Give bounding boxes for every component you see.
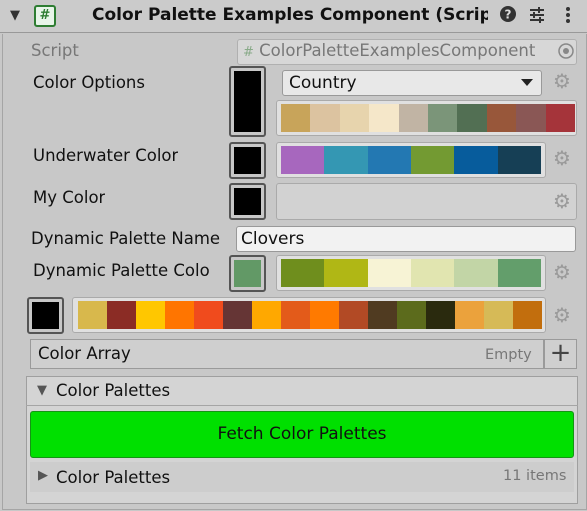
palette-swatch-0[interactable] xyxy=(281,104,311,132)
triangle-right-icon[interactable]: ▶ xyxy=(38,468,48,483)
color-array-status: Empty xyxy=(485,347,532,363)
underwater-palette[interactable] xyxy=(281,146,541,174)
palette-swatch-3[interactable] xyxy=(369,104,399,132)
color-options-label: Color Options xyxy=(33,73,145,92)
palette-swatch-1[interactable] xyxy=(324,259,368,287)
my-color-label: My Color xyxy=(33,188,106,207)
palette-swatch-14[interactable] xyxy=(484,301,513,329)
gear-icon[interactable]: ⚙ xyxy=(552,71,572,91)
script-label: Script xyxy=(31,41,79,60)
plus-icon: + xyxy=(549,338,572,368)
color-palettes-count: 11 items xyxy=(503,468,567,484)
component-title: Color Palette Examples Component (Script… xyxy=(92,5,488,25)
gear-icon[interactable]: ⚙ xyxy=(552,148,572,168)
script-object-field[interactable]: # ColorPaletteExamplesComponent xyxy=(237,39,577,65)
unnamed-palette[interactable] xyxy=(78,301,542,329)
palette-swatch-2[interactable] xyxy=(136,301,165,329)
palette-swatch-11[interactable] xyxy=(397,301,426,329)
dynamic-palette-name-label: Dynamic Palette Name xyxy=(31,229,221,248)
palette-swatch-0[interactable] xyxy=(281,259,325,287)
palette-swatch-4[interactable] xyxy=(454,146,498,174)
palette-swatch-1[interactable] xyxy=(324,146,368,174)
palette-swatch-5[interactable] xyxy=(223,301,252,329)
fetch-color-palettes-button[interactable]: Fetch Color Palettes xyxy=(30,411,574,458)
palette-swatch-8[interactable] xyxy=(516,104,546,132)
palette-swatch-1[interactable] xyxy=(107,301,136,329)
gear-icon[interactable]: ⚙ xyxy=(552,262,572,282)
palette-swatch-3[interactable] xyxy=(410,146,455,174)
palette-swatch-10[interactable] xyxy=(368,301,397,329)
kebab-menu-icon[interactable] xyxy=(558,5,578,29)
palette-swatch-4[interactable] xyxy=(454,259,498,287)
unnamed-color-swatch[interactable] xyxy=(27,297,64,334)
palette-swatch-3[interactable] xyxy=(410,259,455,287)
foldout-toggle-icon[interactable]: ▼ xyxy=(10,8,20,23)
svg-text:?: ? xyxy=(505,8,512,22)
palette-swatch-7[interactable] xyxy=(486,104,517,132)
script-file-icon: # xyxy=(243,45,254,60)
gear-icon[interactable]: ⚙ xyxy=(552,191,572,211)
my-color-palette-empty[interactable] xyxy=(276,183,577,220)
palette-swatch-4[interactable] xyxy=(398,104,429,132)
palette-swatch-6[interactable] xyxy=(252,301,281,329)
color-options-swatch-fill xyxy=(234,71,261,132)
palette-dropdown-value: Country xyxy=(289,73,357,93)
underwater-color-swatch[interactable] xyxy=(229,142,266,179)
script-icon: # xyxy=(34,5,56,27)
palette-swatch-12[interactable] xyxy=(426,301,455,329)
palette-swatch-2[interactable] xyxy=(367,146,411,174)
palette-swatch-7[interactable] xyxy=(281,301,310,329)
palette-swatch-15[interactable] xyxy=(513,301,542,329)
palette-dropdown[interactable]: Country xyxy=(282,70,542,96)
palette-swatch-1[interactable] xyxy=(310,104,340,132)
my-color-swatch-fill xyxy=(234,188,261,215)
palette-swatch-6[interactable] xyxy=(457,104,487,132)
dynamic-palette[interactable] xyxy=(281,259,541,287)
dynamic-palette-color-swatch-fill xyxy=(234,260,261,287)
palette-swatch-9[interactable] xyxy=(339,301,368,329)
palette-swatch-13[interactable] xyxy=(455,301,484,329)
palette-swatch-5[interactable] xyxy=(497,259,541,287)
palette-swatch-0[interactable] xyxy=(78,301,107,329)
palette-swatch-3[interactable] xyxy=(165,301,194,329)
preset-sliders-icon[interactable] xyxy=(527,6,547,28)
unnamed-color-swatch-fill xyxy=(32,302,59,329)
script-field-value: ColorPaletteExamplesComponent xyxy=(259,41,536,60)
palette-swatch-4[interactable] xyxy=(194,301,223,329)
underwater-color-swatch-fill xyxy=(234,147,261,174)
triangle-down-icon[interactable]: ▼ xyxy=(37,383,47,398)
component-header: ▼ # Color Palette Examples Component (Sc… xyxy=(0,0,587,33)
add-button[interactable]: + xyxy=(544,339,577,369)
palette-swatch-5[interactable] xyxy=(497,146,541,174)
color-array-label: Color Array xyxy=(38,344,131,363)
gear-icon[interactable]: ⚙ xyxy=(552,305,572,325)
dynamic-palette-color-swatch[interactable] xyxy=(229,255,266,292)
dynamic-palette-color-label: Dynamic Palette Colo xyxy=(33,261,210,280)
palette-swatch-0[interactable] xyxy=(281,146,325,174)
underwater-color-label: Underwater Color xyxy=(33,146,179,165)
color-palettes-list-label: Color Palettes xyxy=(56,468,171,487)
color-options-palette[interactable] xyxy=(281,104,575,132)
palette-swatch-5[interactable] xyxy=(428,104,458,132)
palette-swatch-9[interactable] xyxy=(545,104,575,132)
palette-swatch-2[interactable] xyxy=(339,104,370,132)
dynamic-palette-name-input[interactable]: Clovers xyxy=(236,226,576,252)
object-picker-icon[interactable] xyxy=(557,42,575,64)
help-icon[interactable]: ? xyxy=(498,5,518,27)
chevron-down-icon xyxy=(521,79,533,86)
color-options-swatch[interactable] xyxy=(229,66,266,137)
my-color-swatch[interactable] xyxy=(229,183,266,220)
color-palettes-group-label: Color Palettes xyxy=(56,381,171,400)
palette-swatch-8[interactable] xyxy=(310,301,339,329)
palette-swatch-2[interactable] xyxy=(367,259,411,287)
